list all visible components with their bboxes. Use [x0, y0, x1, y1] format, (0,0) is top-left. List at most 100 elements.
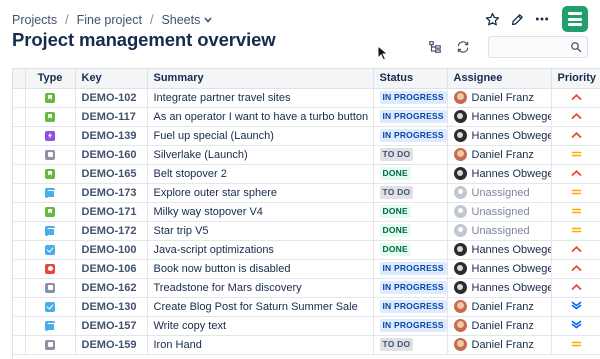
status-cell[interactable]: DONE [373, 221, 448, 241]
type-cell[interactable] [25, 126, 76, 146]
summary-cell[interactable]: Belt stopover 2 [147, 164, 374, 184]
breadcrumb-sheets[interactable]: Sheets [161, 13, 200, 27]
status-badge[interactable]: DONE [379, 243, 411, 256]
assignee-cell[interactable]: Daniel Franz [447, 316, 552, 336]
issue-key[interactable]: DEMO-106 [82, 263, 137, 275]
issue-key[interactable]: DEMO-157 [82, 320, 137, 332]
assignee-cell[interactable]: Hannes Obweger [447, 240, 552, 260]
priority-cell[interactable] [551, 164, 600, 184]
table-row[interactable]: DEMO-172 Star trip V5 DONE Unassigned [13, 221, 600, 241]
column-header-key[interactable]: Key [75, 69, 148, 89]
status-badge[interactable]: TO DO [379, 186, 414, 199]
chevron-down-icon[interactable] [204, 15, 212, 25]
status-badge[interactable]: DONE [379, 205, 411, 218]
breadcrumb-projects[interactable]: Projects [12, 13, 57, 27]
status-cell[interactable]: IN PROGRESS [373, 107, 448, 127]
type-cell[interactable] [25, 107, 76, 127]
table-row[interactable]: DEMO-157 Write copy text IN PROGRESS Daniel… [13, 316, 600, 336]
key-cell[interactable]: DEMO-130 [75, 297, 148, 317]
row-gutter[interactable] [13, 335, 26, 355]
column-header-assignee[interactable]: Assignee [447, 69, 552, 89]
assignee-cell[interactable]: Hannes Obweger [447, 107, 552, 127]
summary-cell[interactable]: Milky way stopover V4 [147, 202, 374, 222]
status-cell[interactable]: DONE [373, 240, 448, 260]
table-row[interactable]: DEMO-106 Book now button is disabled IN PR… [13, 259, 600, 279]
issue-key[interactable]: DEMO-139 [82, 130, 137, 142]
status-badge[interactable]: DONE [379, 224, 411, 237]
table-row[interactable]: DEMO-173 Explore outer star sphere TO DO Un… [13, 183, 600, 203]
type-cell[interactable] [25, 297, 76, 317]
search-input[interactable] [489, 37, 567, 57]
issue-key[interactable]: DEMO-100 [82, 244, 137, 256]
table-row[interactable]: DEMO-165 Belt stopover 2 DONE Hannes Obwege… [13, 164, 600, 184]
row-gutter[interactable] [13, 164, 26, 184]
issue-key[interactable]: DEMO-172 [82, 225, 137, 237]
priority-cell[interactable] [551, 221, 600, 241]
type-cell[interactable] [25, 183, 76, 203]
status-cell[interactable]: IN PROGRESS [373, 259, 448, 279]
status-cell[interactable]: IN PROGRESS [373, 316, 448, 336]
status-cell[interactable]: TO DO [373, 183, 448, 203]
issue-key[interactable]: DEMO-159 [82, 339, 137, 351]
key-cell[interactable]: DEMO-159 [75, 335, 148, 355]
summary-cell[interactable]: Book now button is disabled [147, 259, 374, 279]
type-cell[interactable] [25, 259, 76, 279]
priority-cell[interactable] [551, 183, 600, 203]
status-badge[interactable]: IN PROGRESS [379, 129, 446, 142]
row-gutter[interactable] [13, 259, 26, 279]
priority-cell[interactable] [551, 202, 600, 222]
column-header-priority[interactable]: Priority [551, 69, 600, 89]
row-gutter[interactable] [13, 107, 26, 127]
assignee-cell[interactable]: Hannes Obweger [447, 278, 552, 298]
issue-key[interactable]: DEMO-117 [82, 111, 136, 123]
status-badge[interactable]: TO DO [379, 148, 414, 161]
key-cell[interactable]: DEMO-106 [75, 259, 148, 279]
status-badge[interactable]: IN PROGRESS [379, 300, 446, 313]
assignee-cell[interactable]: Daniel Franz [447, 335, 552, 355]
issue-key[interactable]: DEMO-102 [82, 92, 137, 104]
breadcrumb-fine-project[interactable]: Fine project [77, 13, 142, 27]
summary-cell[interactable]: Iron Hand [147, 335, 374, 355]
row-gutter[interactable] [13, 145, 26, 165]
key-cell[interactable]: DEMO-117 [75, 107, 148, 127]
priority-cell[interactable] [551, 278, 600, 298]
priority-cell[interactable] [551, 107, 600, 127]
type-cell[interactable] [25, 335, 76, 355]
status-cell[interactable]: DONE [373, 202, 448, 222]
row-gutter[interactable] [13, 202, 26, 222]
priority-cell[interactable] [551, 335, 600, 355]
issue-key[interactable]: DEMO-173 [82, 187, 137, 199]
type-cell[interactable] [25, 145, 76, 165]
status-badge[interactable]: IN PROGRESS [379, 319, 446, 332]
key-cell[interactable]: DEMO-102 [75, 88, 148, 108]
key-cell[interactable]: DEMO-100 [75, 240, 148, 260]
key-cell[interactable]: DEMO-160 [75, 145, 148, 165]
type-cell[interactable] [25, 278, 76, 298]
status-badge[interactable]: IN PROGRESS [379, 281, 446, 294]
summary-cell[interactable]: Fuel up special (Launch) [147, 126, 374, 146]
table-row[interactable]: DEMO-139 Fuel up special (Launch) IN PROGR… [13, 126, 600, 146]
key-cell[interactable]: DEMO-162 [75, 278, 148, 298]
priority-cell[interactable] [551, 297, 600, 317]
column-header-summary[interactable]: Summary [147, 69, 374, 89]
summary-cell[interactable]: Create Blog Post for Saturn Summer Sale [147, 297, 374, 317]
table-row[interactable]: DEMO-160 Silverlake (Launch) TO DO Daniel F… [13, 145, 600, 165]
priority-cell[interactable] [551, 259, 600, 279]
issue-key[interactable]: DEMO-162 [82, 282, 137, 294]
edit-button[interactable] [505, 7, 529, 31]
status-cell[interactable]: IN PROGRESS [373, 126, 448, 146]
summary-cell[interactable]: Explore outer star sphere [147, 183, 374, 203]
priority-cell[interactable] [551, 145, 600, 165]
assignee-cell[interactable]: Hannes Obweger [447, 126, 552, 146]
key-cell[interactable]: DEMO-172 [75, 221, 148, 241]
status-cell[interactable]: TO DO [373, 335, 448, 355]
status-badge[interactable]: IN PROGRESS [379, 110, 446, 123]
summary-cell[interactable]: Star trip V5 [147, 221, 374, 241]
type-cell[interactable] [25, 240, 76, 260]
assignee-cell[interactable]: Hannes Obweger [447, 259, 552, 279]
key-cell[interactable]: DEMO-139 [75, 126, 148, 146]
assignee-cell[interactable]: Unassigned [447, 183, 552, 203]
type-cell[interactable] [25, 164, 76, 184]
table-row[interactable]: DEMO-162 Treadstone for Mars discovery IN … [13, 278, 600, 298]
hierarchy-button[interactable] [424, 36, 446, 58]
